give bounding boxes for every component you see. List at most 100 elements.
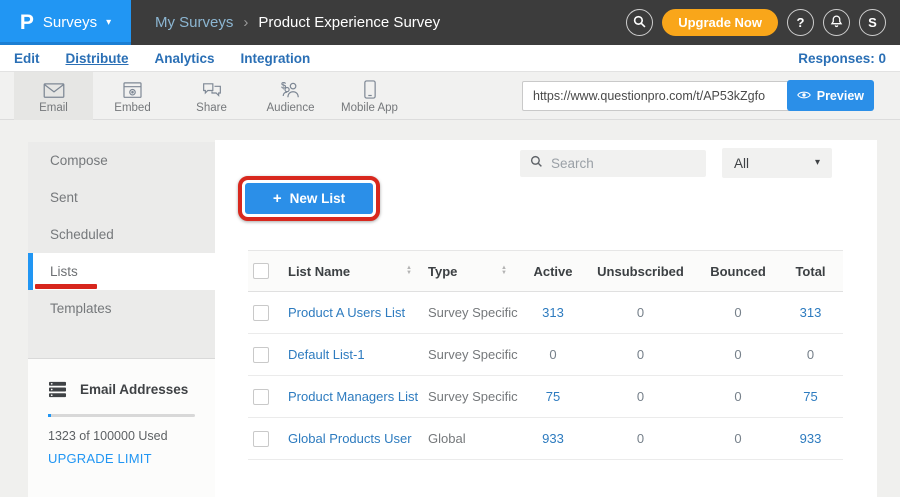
row-checkbox[interactable] bbox=[253, 305, 269, 321]
channel-mobile-app[interactable]: Mobile App bbox=[330, 72, 409, 120]
app-menu-label: Surveys bbox=[43, 14, 97, 31]
channel-audience[interactable]: $ Audience bbox=[251, 72, 330, 120]
sidebar-item-label: Sent bbox=[50, 190, 78, 205]
tab-distribute[interactable]: Distribute bbox=[66, 51, 129, 66]
lists-panel: All ▾ + New List List Name ▲▼ bbox=[215, 140, 877, 497]
column-header-active[interactable]: Active bbox=[523, 264, 583, 279]
surveys-app-menu[interactable]: P Surveys ▾ bbox=[0, 0, 131, 45]
sidebar-item-scheduled[interactable]: Scheduled bbox=[28, 216, 215, 253]
question-mark-icon: ? bbox=[797, 15, 805, 30]
help-button[interactable]: ? bbox=[787, 9, 814, 36]
row-checkbox[interactable] bbox=[253, 389, 269, 405]
usage-progress-fill bbox=[48, 414, 51, 417]
total-count[interactable]: 75 bbox=[778, 389, 843, 404]
sort-icon[interactable]: ▲▼ bbox=[501, 266, 507, 276]
list-name-link[interactable]: Default List-1 bbox=[288, 347, 428, 362]
unsubscribed-count[interactable]: 0 bbox=[583, 389, 698, 404]
new-list-button[interactable]: + New List bbox=[245, 183, 373, 214]
channel-share-label: Share bbox=[196, 102, 227, 114]
tab-edit[interactable]: Edit bbox=[14, 51, 40, 66]
bell-icon bbox=[830, 14, 843, 31]
search-input[interactable] bbox=[551, 156, 696, 171]
sort-icon[interactable]: ▲▼ bbox=[406, 266, 412, 276]
list-type: Survey Specific bbox=[428, 389, 523, 404]
channel-email[interactable]: Email bbox=[14, 72, 93, 120]
unsubscribed-count[interactable]: 0 bbox=[583, 431, 698, 446]
responses-count[interactable]: Responses: 0 bbox=[798, 51, 886, 66]
embed-icon bbox=[123, 79, 142, 99]
email-sidebar: Compose Sent Scheduled Lists Templates bbox=[28, 142, 215, 497]
tab-integration[interactable]: Integration bbox=[241, 51, 311, 66]
lists-table: List Name ▲▼ Type ▲▼ Active Unsubscribed… bbox=[248, 250, 843, 460]
select-all-checkbox[interactable] bbox=[253, 263, 269, 279]
list-search-box[interactable] bbox=[520, 150, 706, 177]
bounced-count[interactable]: 0 bbox=[698, 389, 778, 404]
breadcrumb-my-surveys[interactable]: My Surveys bbox=[155, 14, 233, 31]
filter-selected-value: All bbox=[734, 156, 749, 171]
sidebar-item-templates[interactable]: Templates bbox=[28, 290, 215, 327]
table-row: Product A Users List Survey Specific 313… bbox=[248, 292, 843, 334]
total-count[interactable]: 933 bbox=[778, 431, 843, 446]
email-addresses-section: Email Addresses 1323 of 100000 Used UPGR… bbox=[28, 358, 215, 497]
row-checkbox[interactable] bbox=[253, 431, 269, 447]
account-avatar[interactable]: S bbox=[859, 9, 886, 36]
avatar-letter: S bbox=[868, 15, 877, 30]
list-name-link[interactable]: Global Products User bbox=[288, 431, 428, 446]
column-header-list-name[interactable]: List Name ▲▼ bbox=[288, 264, 428, 279]
chevron-down-icon: ▾ bbox=[106, 18, 111, 28]
svg-text:$: $ bbox=[281, 81, 287, 91]
bounced-count[interactable]: 0 bbox=[698, 347, 778, 362]
breadcrumb: My Surveys › Product Experience Survey bbox=[155, 14, 440, 31]
column-header-total[interactable]: Total bbox=[778, 264, 843, 279]
upgrade-limit-link[interactable]: UPGRADE LIMIT bbox=[48, 451, 195, 466]
list-name-link[interactable]: Product Managers List bbox=[288, 389, 428, 404]
total-count[interactable]: 313 bbox=[778, 305, 843, 320]
preview-button[interactable]: Preview bbox=[787, 80, 874, 111]
distribute-toolbar: Email Embed Share $ Audience bbox=[0, 72, 900, 120]
list-server-icon bbox=[48, 381, 67, 398]
unsubscribed-count[interactable]: 0 bbox=[583, 347, 698, 362]
column-header-unsubscribed[interactable]: Unsubscribed bbox=[583, 264, 698, 279]
header-actions: Upgrade Now ? S bbox=[626, 9, 900, 36]
channel-share[interactable]: Share bbox=[172, 72, 251, 120]
email-icon bbox=[43, 79, 65, 99]
bounced-count[interactable]: 0 bbox=[698, 431, 778, 446]
table-row: Product Managers List Survey Specific 75… bbox=[248, 376, 843, 418]
share-icon bbox=[202, 79, 222, 99]
bounced-count[interactable]: 0 bbox=[698, 305, 778, 320]
list-type: Survey Specific bbox=[428, 347, 523, 362]
sidebar-item-sent[interactable]: Sent bbox=[28, 179, 215, 216]
list-filter-dropdown[interactable]: All ▾ bbox=[722, 148, 832, 178]
active-count[interactable]: 0 bbox=[523, 347, 583, 362]
active-count[interactable]: 75 bbox=[523, 389, 583, 404]
total-count[interactable]: 0 bbox=[778, 347, 843, 362]
preview-label: Preview bbox=[817, 89, 864, 103]
channel-email-label: Email bbox=[39, 102, 68, 114]
search-button[interactable] bbox=[626, 9, 653, 36]
plus-icon: + bbox=[273, 191, 282, 206]
breadcrumb-separator-icon: › bbox=[243, 14, 248, 31]
active-count[interactable]: 313 bbox=[523, 305, 583, 320]
channel-embed-label: Embed bbox=[114, 102, 150, 114]
unsubscribed-count[interactable]: 0 bbox=[583, 305, 698, 320]
channel-mobile-app-label: Mobile App bbox=[341, 102, 398, 114]
breadcrumb-current-survey: Product Experience Survey bbox=[258, 14, 440, 31]
survey-url-input[interactable] bbox=[522, 81, 827, 111]
sidebar-item-lists[interactable]: Lists bbox=[28, 253, 215, 290]
tab-analytics[interactable]: Analytics bbox=[155, 51, 215, 66]
notifications-button[interactable] bbox=[823, 9, 850, 36]
sidebar-item-label: Lists bbox=[50, 264, 78, 279]
row-checkbox[interactable] bbox=[253, 347, 269, 363]
column-header-bounced[interactable]: Bounced bbox=[698, 264, 778, 279]
column-header-type[interactable]: Type ▲▼ bbox=[428, 264, 523, 279]
channel-audience-label: Audience bbox=[267, 102, 315, 114]
page-body: Compose Sent Scheduled Lists Templates bbox=[0, 121, 900, 497]
channel-embed[interactable]: Embed bbox=[93, 72, 172, 120]
upgrade-now-button[interactable]: Upgrade Now bbox=[662, 9, 778, 36]
top-header: P Surveys ▾ My Surveys › Product Experie… bbox=[0, 0, 900, 45]
active-count[interactable]: 933 bbox=[523, 431, 583, 446]
survey-tabs-bar: Edit Distribute Analytics Integration Re… bbox=[0, 45, 900, 72]
app-window: P Surveys ▾ My Surveys › Product Experie… bbox=[0, 0, 900, 497]
sidebar-item-compose[interactable]: Compose bbox=[28, 142, 215, 179]
list-name-link[interactable]: Product A Users List bbox=[288, 305, 428, 320]
